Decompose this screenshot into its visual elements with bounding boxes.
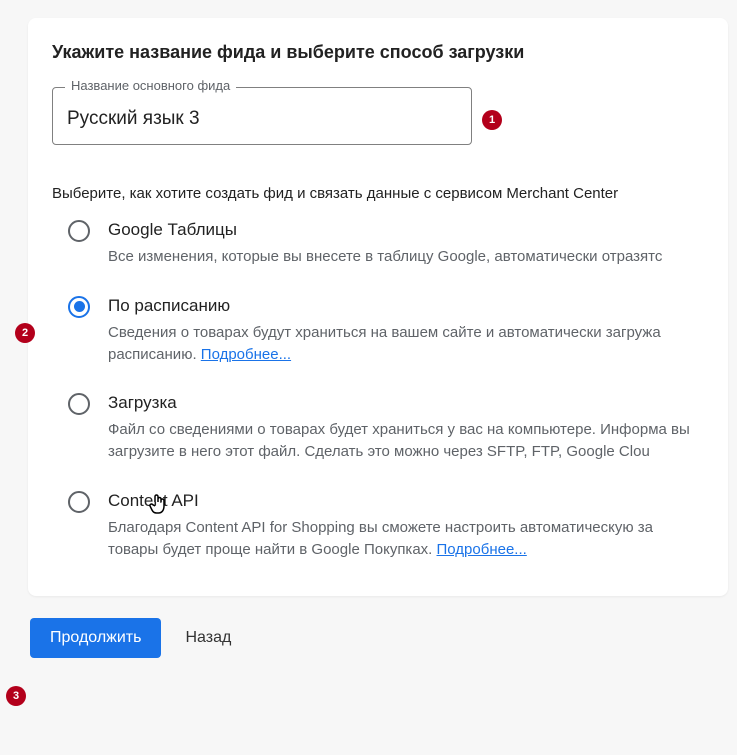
method-instruction: Выберите, как хотите создать фид и связа… — [52, 185, 704, 202]
feed-setup-card: Укажите название фида и выберите способ … — [28, 18, 728, 596]
option-content-api[interactable]: Content API Благодаря Content API for Sh… — [52, 491, 704, 561]
learn-more-link[interactable]: Подробнее... — [201, 346, 291, 363]
back-button[interactable]: Назад — [185, 629, 231, 647]
radio-scheduled[interactable] — [68, 296, 90, 318]
continue-button[interactable]: Продолжить — [30, 618, 161, 658]
radio-upload[interactable] — [68, 393, 90, 415]
callout-3: 3 — [6, 686, 26, 706]
feed-name-field[interactable]: Название основного фида Русский язык 3 — [52, 87, 472, 145]
option-title: Google Таблицы — [108, 220, 704, 240]
option-google-sheets[interactable]: Google Таблицы Все изменения, которые вы… — [52, 220, 704, 268]
feed-name-value: Русский язык 3 — [67, 108, 457, 130]
option-desc: Благодаря Content API for Shopping вы см… — [108, 517, 704, 561]
option-title: Content API — [108, 491, 704, 511]
feed-name-label: Название основного фида — [65, 78, 236, 93]
option-desc: Файл со сведениями о товарах будет храни… — [108, 419, 704, 463]
option-title: По расписанию — [108, 296, 704, 316]
option-desc: Сведения о товарах будут храниться на ва… — [108, 322, 704, 366]
option-title: Загрузка — [108, 393, 704, 413]
option-desc: Все изменения, которые вы внесете в табл… — [108, 246, 704, 268]
radio-content-api[interactable] — [68, 491, 90, 513]
page-heading: Укажите название фида и выберите способ … — [52, 42, 704, 63]
radio-google-sheets[interactable] — [68, 220, 90, 242]
button-row: Продолжить Назад — [30, 618, 737, 658]
learn-more-link[interactable]: Подробнее... — [437, 541, 527, 558]
callout-1: 1 — [482, 110, 502, 130]
callout-2: 2 — [15, 323, 35, 343]
option-upload[interactable]: Загрузка Файл со сведениями о товарах бу… — [52, 393, 704, 463]
option-scheduled[interactable]: По расписанию Сведения о товарах будут х… — [52, 296, 704, 366]
